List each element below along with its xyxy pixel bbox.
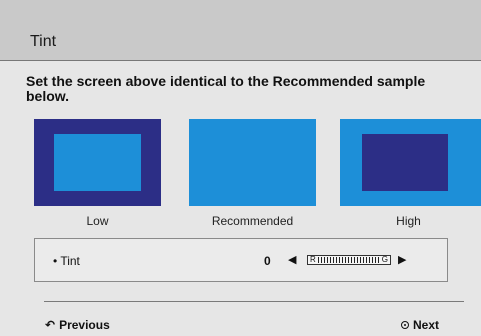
sample-low bbox=[34, 119, 161, 206]
tint-setting-label: • Tint bbox=[53, 254, 80, 268]
next-label: Next bbox=[413, 318, 440, 332]
sample-high-inner bbox=[362, 134, 448, 191]
sample-label-recommended: Recommended bbox=[211, 214, 294, 228]
slider-green-end-label: G bbox=[381, 255, 388, 264]
decrease-arrow-icon[interactable]: ◀ bbox=[288, 253, 296, 266]
tint-value: 0 bbox=[264, 254, 271, 268]
previous-button[interactable]: ↶ Previous bbox=[45, 318, 110, 332]
sample-recommended bbox=[189, 119, 316, 206]
sample-high bbox=[340, 119, 481, 206]
tint-slider[interactable]: R G bbox=[307, 255, 391, 265]
dialog-title: Tint bbox=[30, 33, 57, 50]
tint-dialog: Tint Set the screen above identical to t… bbox=[0, 0, 481, 336]
next-button[interactable]: Next bbox=[401, 318, 439, 332]
previous-label: Previous bbox=[59, 318, 110, 332]
slider-red-end-label: R bbox=[310, 255, 316, 264]
tint-setting-row[interactable]: • Tint 0 ◀ R G ▶ bbox=[34, 238, 448, 282]
footer-divider bbox=[44, 301, 464, 302]
sample-label-low: Low bbox=[86, 214, 109, 228]
instruction-text: Set the screen above identical to the Re… bbox=[26, 73, 426, 104]
slider-ticks bbox=[318, 257, 380, 263]
sample-low-inner bbox=[54, 134, 141, 191]
back-icon: ↶ bbox=[45, 318, 56, 332]
increase-arrow-icon[interactable]: ▶ bbox=[398, 253, 406, 266]
ok-icon bbox=[401, 321, 409, 329]
title-bar: Tint bbox=[0, 0, 481, 61]
sample-label-high: High bbox=[396, 214, 421, 228]
